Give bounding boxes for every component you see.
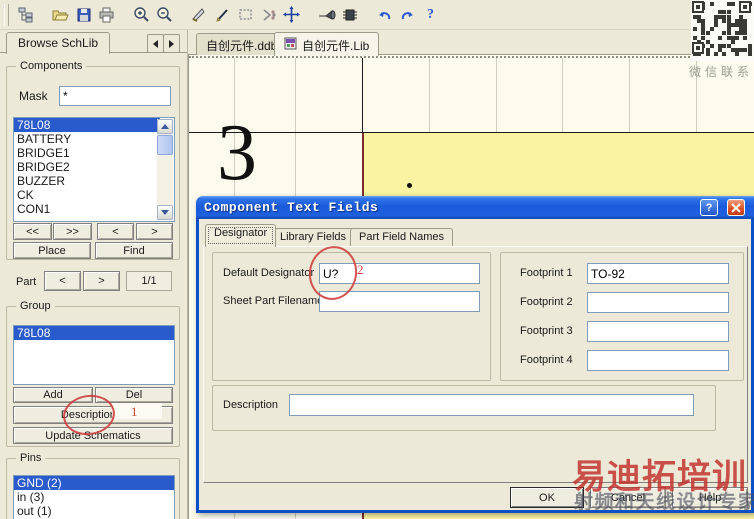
app-window: ? Browse SchLib Components Mask 78L08 BA… (0, 0, 754, 519)
help-icon[interactable]: ? (419, 4, 442, 26)
redo-icon[interactable] (396, 4, 419, 26)
footprint2-label: Footprint 2 (520, 296, 573, 308)
mask-label: Mask (19, 89, 48, 103)
close-icon (731, 202, 741, 213)
tab-document-lib[interactable]: 自创元件.Lib (274, 32, 380, 56)
list-item[interactable]: BRIDGE2 (14, 160, 174, 174)
footprint1-input[interactable] (587, 263, 729, 284)
align-dots-icon[interactable] (257, 4, 280, 26)
panel-tab-scroll-left[interactable] (147, 34, 164, 53)
sheet-border-dotted (189, 56, 754, 58)
part-next-button[interactable]: > (83, 271, 120, 291)
toolbar-drag-handle[interactable] (4, 3, 9, 26)
part-position: 1/1 (126, 271, 172, 291)
list-item[interactable]: in (3) (14, 490, 174, 504)
scrollbar-thumb[interactable] (157, 135, 173, 155)
doc-tab-label: 自创元件.ddb (206, 39, 278, 53)
down-arrow-icon (161, 210, 169, 215)
list-item[interactable]: 78L08 (14, 326, 174, 340)
doc-tab-label: 自创元件.Lib (302, 39, 370, 53)
panel-tab-scroll-right[interactable] (163, 34, 180, 53)
mask-input[interactable] (59, 86, 171, 106)
default-designator-label: Default Designator (223, 267, 315, 279)
left-arrow-icon (153, 39, 158, 48)
nav-first-button[interactable]: << (13, 223, 52, 240)
components-scrollbar[interactable] (157, 119, 173, 220)
part-label: Part (16, 276, 37, 288)
up-arrow-icon (161, 124, 169, 129)
list-item[interactable]: CK (14, 188, 174, 202)
group-list[interactable]: 78L08 (13, 325, 175, 385)
open-folder-icon[interactable] (49, 4, 72, 26)
components-group: Components Mask 78L08 BATTERY BRIDGE1 BR… (6, 60, 180, 260)
nav-prev-button[interactable]: < (97, 223, 134, 240)
find-button[interactable]: Find (95, 242, 173, 259)
selection-rect-icon[interactable] (234, 4, 257, 26)
list-item[interactable]: GND (2) (14, 476, 174, 490)
annotation-step-2: 2 (357, 262, 364, 277)
footprint3-label: Footprint 3 (520, 325, 573, 337)
zoom-out-icon[interactable] (153, 4, 176, 26)
nav-last-button[interactable]: >> (53, 223, 92, 240)
annotation-step-1: 1 (131, 404, 138, 419)
scroll-down-button[interactable] (157, 205, 173, 220)
footprint2-input[interactable] (587, 292, 729, 313)
library-doc-icon (284, 36, 298, 50)
zoom-in-icon[interactable] (130, 4, 153, 26)
draw-line-icon[interactable] (211, 4, 234, 26)
group-group-label: Group (16, 300, 55, 312)
list-item[interactable]: BUZZER (14, 174, 174, 188)
save-icon[interactable] (72, 4, 95, 26)
tab-part-field-names[interactable]: Part Field Names (350, 228, 453, 247)
components-group-label: Components (16, 60, 87, 72)
dialog-titlebar[interactable]: Component Text Fields (196, 196, 754, 219)
tab-library-fields[interactable]: Library Fields (271, 228, 356, 247)
dialog-close-button[interactable] (727, 199, 745, 216)
sheet-zone-number: 3 (217, 109, 257, 197)
part-prev-button[interactable]: < (44, 271, 81, 291)
pins-group-label: Pins (16, 452, 46, 464)
description-group: Description (212, 385, 716, 431)
list-item[interactable]: BRIDGE1 (14, 146, 174, 160)
footprint1-label: Footprint 1 (520, 267, 573, 279)
browse-tree-icon[interactable] (14, 4, 37, 26)
watermark-tagline: 射频和天线设计专家 (574, 492, 754, 513)
sheet-part-filename-label: Sheet Part Filename (223, 295, 324, 307)
footprint3-input[interactable] (587, 321, 729, 342)
footprint4-label: Footprint 4 (520, 354, 573, 366)
pins-list[interactable]: GND (2) in (3) out (1) (13, 475, 175, 519)
dialog-help-button[interactable]: ? (700, 199, 718, 216)
horn-icon[interactable] (315, 4, 338, 26)
description-input[interactable] (289, 394, 694, 416)
qr-caption: 微信联系 (689, 65, 754, 79)
tab-browse-schlib[interactable]: Browse SchLib (6, 32, 111, 54)
components-list[interactable]: 78L08 BATTERY BRIDGE1 BRIDGE2 BUZZER CK … (13, 117, 175, 222)
tab-designator[interactable]: Designator (205, 224, 277, 247)
list-item[interactable]: BATTERY (14, 132, 174, 146)
browse-panel: Browse SchLib Components Mask 78L08 BATT… (0, 30, 188, 519)
list-item[interactable]: CON1 (14, 202, 174, 216)
print-icon[interactable] (95, 4, 118, 26)
right-arrow-icon (169, 39, 174, 48)
nav-next-button[interactable]: > (136, 223, 173, 240)
scroll-up-button[interactable] (157, 119, 173, 134)
footprint-fields-group: Footprint 1 Footprint 2 Footprint 3 Foot… (500, 252, 744, 381)
help-glyph: ? (427, 6, 434, 22)
footprint4-input[interactable] (587, 350, 729, 371)
cutter-icon[interactable] (188, 4, 211, 26)
junction-dot (407, 183, 412, 188)
qr-code (691, 0, 754, 61)
list-item[interactable]: out (1) (14, 504, 174, 518)
place-button[interactable]: Place (13, 242, 91, 259)
list-item[interactable]: 78L08 (14, 118, 160, 132)
zone-border-line (362, 58, 363, 133)
dialog-title: Component Text Fields (204, 200, 379, 215)
pins-group: Pins GND (2) in (3) out (1) (6, 452, 180, 519)
move-cross-icon[interactable] (280, 4, 303, 26)
qr-code-block: 微信联系 (685, 0, 754, 80)
undo-icon[interactable] (373, 4, 396, 26)
ic-chip-icon[interactable] (338, 4, 361, 26)
main-toolbar: ? (0, 0, 754, 30)
description-label: Description (223, 399, 279, 411)
